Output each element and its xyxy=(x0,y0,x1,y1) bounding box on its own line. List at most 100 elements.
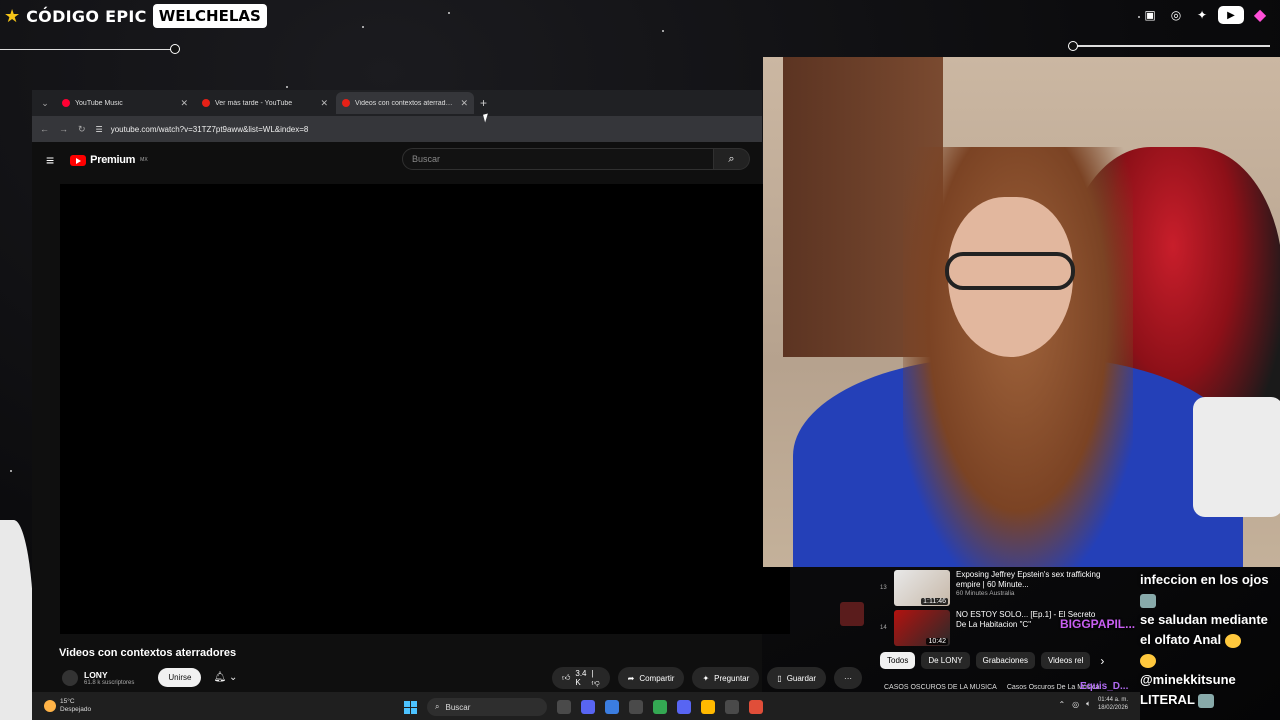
windows-taskbar: 15°C Despejado ⌕ Buscar ⌃ ◎ 🔈︎ 01:44 a. … xyxy=(32,692,1140,720)
youtube-header: ≡ Premium MX Buscar ⌕ xyxy=(32,142,762,178)
chevron-up-icon[interactable]: ⌃ xyxy=(1058,700,1065,709)
youtube-premium-logo[interactable]: Premium MX xyxy=(70,154,148,166)
url-field[interactable]: ☰ youtube.com/watch?v=31TZ7pt9aww&list=W… xyxy=(96,125,309,134)
close-icon[interactable]: ✕ xyxy=(320,98,328,109)
system-tray: ⌃ ◎ 🔈︎ 01:44 a. m. 18/02/2026 xyxy=(1058,696,1128,712)
like-button[interactable]: 👍︎ 3.4 K | 👎︎ xyxy=(552,667,610,689)
video-player[interactable] xyxy=(60,184,790,634)
ask-button[interactable]: ✦ Preguntar xyxy=(692,667,760,689)
app-icon[interactable] xyxy=(725,700,739,714)
file-explorer-icon[interactable] xyxy=(701,700,715,714)
address-bar: ← → ↻ ☰ youtube.com/watch?v=31TZ7pt9aww&… xyxy=(32,116,762,142)
sticker-decoration xyxy=(0,520,34,720)
new-tab-button[interactable]: + xyxy=(480,96,487,110)
chat-emote-row xyxy=(1140,590,1280,610)
youtube-music-icon xyxy=(62,99,70,107)
clock[interactable]: 01:44 a. m. 18/02/2026 xyxy=(1098,696,1128,712)
close-icon[interactable]: ✕ xyxy=(180,98,188,109)
share-button[interactable]: ➦ Compartir xyxy=(617,667,685,689)
bell-icon[interactable]: 🔔︎ ⌄ xyxy=(213,672,237,683)
tab-youtube-music[interactable]: YouTube Music ✕ xyxy=(56,92,194,114)
logo-text: Premium xyxy=(90,154,136,166)
more-button[interactable]: ··· xyxy=(834,667,863,689)
chat-text: el olfato Anal xyxy=(1140,632,1222,647)
emote-icon xyxy=(1140,653,1156,668)
list-item[interactable]: 13 1:11:46 Exposing Jeffrey Epstein's se… xyxy=(880,568,1115,608)
youtube-icon: ▶ xyxy=(1218,6,1244,24)
video-thumbnail[interactable]: 10:42 xyxy=(894,610,950,646)
brand-code: CÓDIGO EPIC xyxy=(26,6,147,26)
related-strip: CASOS OSCUROS DE LA MUSICA Casos Oscuros… xyxy=(884,684,1099,691)
edge-icon[interactable] xyxy=(605,700,619,714)
tab-watch-later[interactable]: Ver más tarde - YouTube ✕ xyxy=(196,92,334,114)
chat-alert-name: Equis_D... xyxy=(1080,681,1129,692)
stream-brand: ★ CÓDIGO EPIC WELCHELAS xyxy=(4,2,267,30)
browser-window: ⌄ YouTube Music ✕ Ver más tarde - YouTub… xyxy=(32,90,864,700)
chip-related[interactable]: Videos rel xyxy=(1040,652,1091,669)
star-decoration xyxy=(662,30,664,32)
youtube-icon xyxy=(342,99,350,107)
forward-icon[interactable]: → xyxy=(59,124,68,134)
reload-icon[interactable]: ↻ xyxy=(78,124,86,135)
logo-region: MX xyxy=(140,157,148,163)
search-input[interactable]: Buscar xyxy=(402,148,714,170)
webcam-pillow xyxy=(1193,397,1280,517)
stream-canvas: ★ CÓDIGO EPIC WELCHELAS ▣ ◎ ✦ ▶ ◆ ⌄ YouT… xyxy=(0,0,1280,720)
weather-widget[interactable]: 15°C Despejado xyxy=(44,698,91,714)
tab-label: YouTube Music xyxy=(75,99,123,107)
date: 18/02/2026 xyxy=(1097,705,1128,711)
star-icon: ★ xyxy=(4,5,21,26)
filter-chips: Todos De LONY Grabaciones Videos rel › xyxy=(880,652,1104,669)
item-title[interactable]: Exposing Jeffrey Epstein's sex trafficki… xyxy=(956,570,1106,590)
youtube-icon xyxy=(202,99,210,107)
chip-recordings[interactable]: Grabaciones xyxy=(975,652,1035,669)
star-decoration xyxy=(448,12,450,14)
chat-message: se saludan mediante xyxy=(1140,610,1280,630)
taskbar-search-label: Buscar xyxy=(445,702,471,712)
join-button[interactable]: Unirse xyxy=(158,668,202,687)
item-index: 14 xyxy=(880,625,887,631)
discord-icon[interactable] xyxy=(581,700,595,714)
chevron-right-icon[interactable]: › xyxy=(1100,654,1104,668)
star-decoration xyxy=(10,470,12,472)
close-icon[interactable]: ✕ xyxy=(460,98,468,109)
site-info-icon[interactable]: ☰ xyxy=(96,125,103,134)
video-title: Videos con contextos aterradores xyxy=(59,647,237,659)
weather-icon xyxy=(44,700,56,712)
settings-icon[interactable] xyxy=(629,700,643,714)
chat-emote-row xyxy=(1140,650,1280,670)
webcam-glasses xyxy=(945,252,1075,290)
chip-all[interactable]: Todos xyxy=(880,652,916,669)
save-label: Guardar xyxy=(786,673,817,683)
weather-temp: 15°C xyxy=(60,698,75,705)
taskbar-search[interactable]: ⌕ Buscar xyxy=(427,698,547,716)
thumbs-down-icon[interactable]: | 👎︎ xyxy=(592,669,600,688)
stream-chat: infeccion en los ojos se saludan mediant… xyxy=(1140,570,1280,710)
menu-icon[interactable]: ≡ xyxy=(46,152,54,168)
avatar[interactable] xyxy=(62,669,78,686)
chrome-icon[interactable] xyxy=(653,700,667,714)
channel-name[interactable]: LONY xyxy=(84,670,134,680)
windows-start-icon[interactable] xyxy=(404,700,417,714)
share-icon: ➦ xyxy=(627,673,635,683)
discord-app-icon[interactable] xyxy=(677,700,691,714)
tab-search-icon[interactable]: ⌄ xyxy=(36,98,54,109)
save-button[interactable]: ▯ Guardar xyxy=(767,667,827,689)
network-icon[interactable]: ◎ xyxy=(1072,700,1079,709)
app-icon[interactable] xyxy=(749,700,763,714)
chip-from-channel[interactable]: De LONY xyxy=(921,652,970,669)
search-button[interactable]: ⌕ xyxy=(714,148,750,170)
back-icon[interactable]: ← xyxy=(40,124,49,134)
duration: 1:11:46 xyxy=(921,598,948,605)
emote-icon xyxy=(1140,593,1156,608)
item-channel: 60 Minutes Australia xyxy=(956,590,1015,597)
volume-icon[interactable]: 🔈︎ xyxy=(1086,699,1091,709)
video-thumbnail[interactable]: 1:11:46 xyxy=(894,570,950,606)
tab-label: Videos con contextos aterradores xyxy=(355,99,456,107)
bookmark-icon: ▯ xyxy=(777,673,782,683)
star-decoration xyxy=(286,86,288,88)
emote-icon xyxy=(1198,693,1215,708)
task-view-icon[interactable] xyxy=(557,700,571,714)
tab-current-video[interactable]: Videos con contextos aterradores ✕ xyxy=(336,92,474,114)
instagram-icon: ◎ xyxy=(1170,8,1182,22)
